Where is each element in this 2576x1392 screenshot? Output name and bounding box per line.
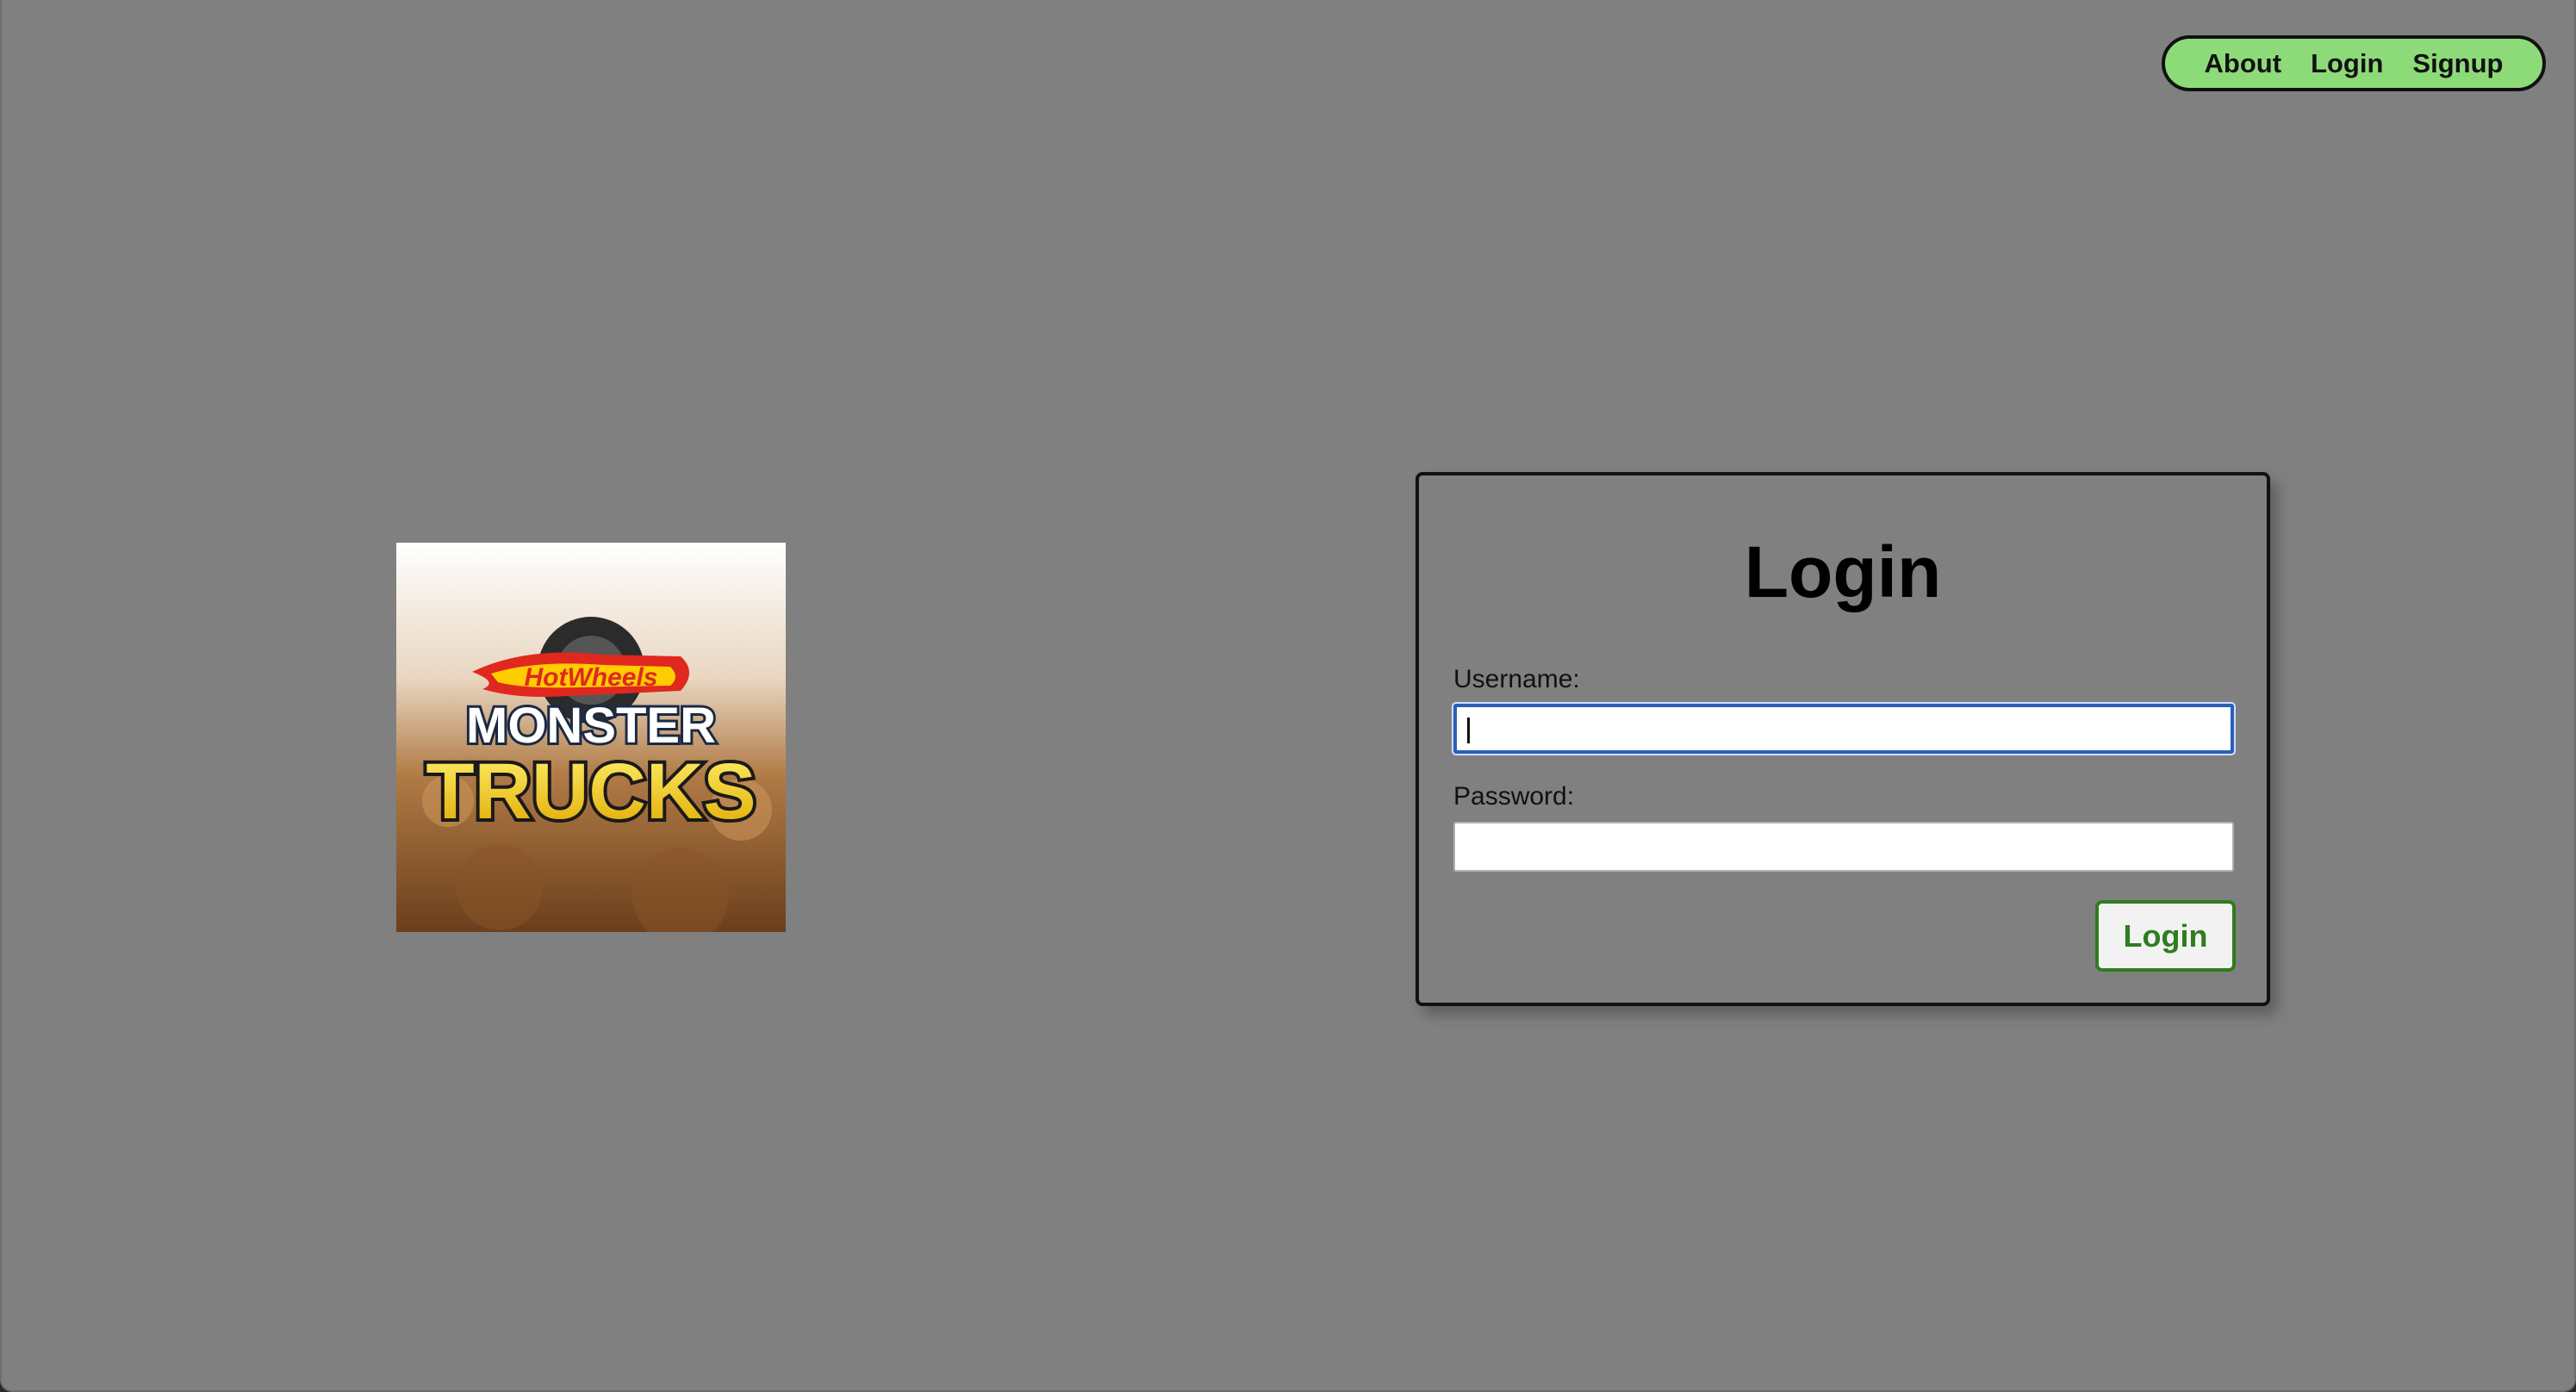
logo-trucks-text: TRUCKS [426,748,756,836]
logo-monster-text: MONSTER [466,698,716,754]
nav-login-link[interactable]: Login [2311,48,2383,79]
login-card: Login Username: Password: Login [1416,472,2270,1006]
text-caret [1467,718,1470,743]
logo-hotwheels-text: HotWheels [524,663,657,692]
password-input[interactable] [1453,822,2234,872]
logo-image: HotWheels MONSTER TRUCKS [396,543,786,932]
browser-window: About Login Signup HotWheels MONSTER TRU… [0,0,2576,1392]
password-label: Password: [1453,782,1575,811]
nav-signup-link[interactable]: Signup [2412,48,2503,79]
login-title: Login [1744,531,1942,612]
top-nav: About Login Signup [2162,35,2546,91]
username-input[interactable] [1453,704,2234,754]
login-submit-button[interactable]: Login [2095,900,2236,972]
username-label: Username: [1453,665,1580,693]
hot-wheels-monster-trucks-logo: HotWheels MONSTER TRUCKS [396,543,786,932]
nav-about-link[interactable]: About [2205,48,2282,79]
